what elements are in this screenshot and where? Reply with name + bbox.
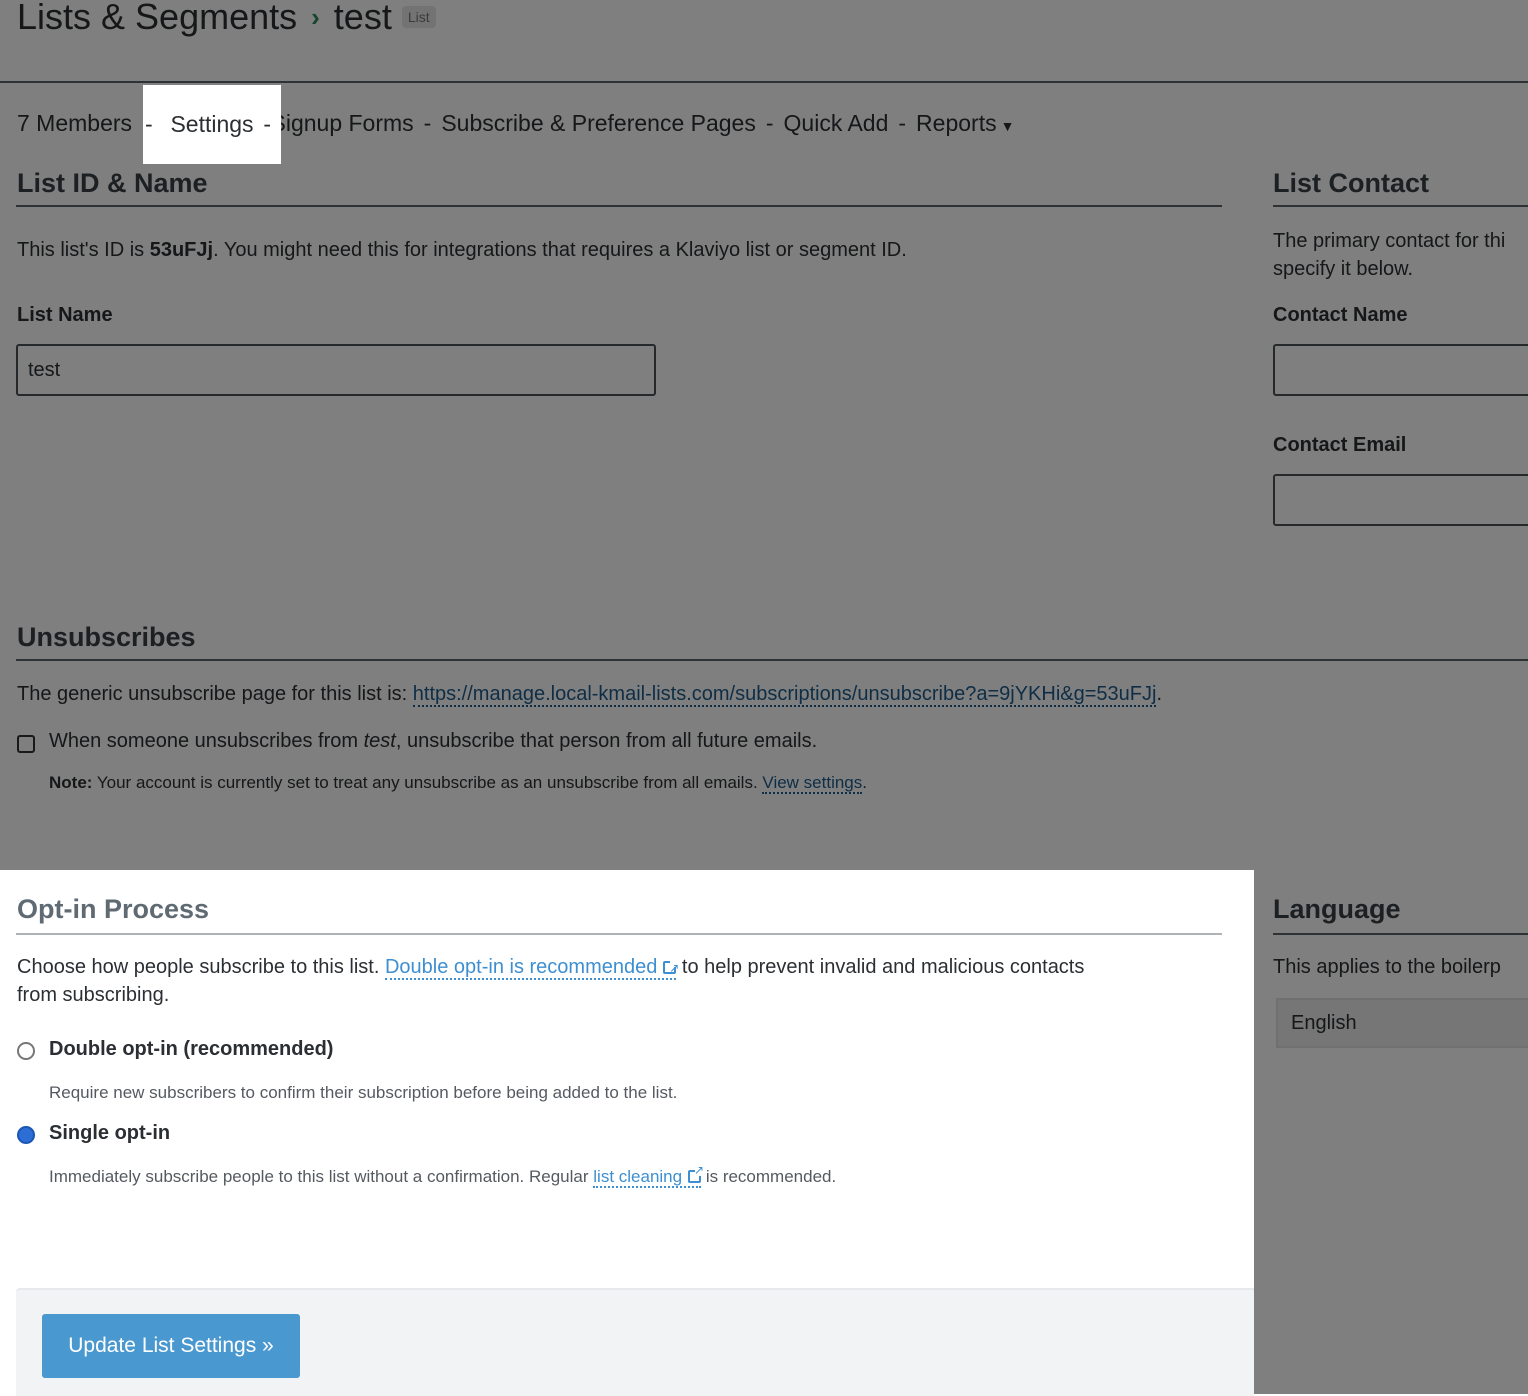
tab-settings-highlight[interactable]: - Settings - <box>143 85 281 164</box>
optin-section-title: Opt-in Process <box>17 894 210 924</box>
single-optin-radio[interactable] <box>17 1126 35 1144</box>
optin-process-section: Opt-in Process Choose how people subscri… <box>0 870 1254 1396</box>
double-optin-radio[interactable] <box>17 1042 35 1060</box>
list-cleaning-link[interactable]: list cleaning <box>593 1163 704 1188</box>
double-optin-recommended-link[interactable]: Double opt-in is recommended <box>384 954 679 982</box>
update-list-settings-button[interactable]: Update List Settings » <box>42 1314 300 1378</box>
external-link-icon <box>663 954 679 982</box>
single-optin-help: Immediately subscribe people to this lis… <box>49 1163 836 1188</box>
overlay-dim <box>281 85 1528 164</box>
overlay-dim <box>1254 870 1528 1394</box>
external-link-icon <box>688 1163 704 1183</box>
overlay-dim <box>0 85 143 164</box>
list-settings-page: Lists & Segments › test List 7 Members -… <box>0 0 1528 1396</box>
double-optin-label[interactable]: Double opt-in (recommended) <box>49 1038 333 1061</box>
optin-description: Choose how people subscribe to this list… <box>17 953 1084 1009</box>
section-divider <box>16 933 1222 935</box>
form-footer: Update List Settings » <box>16 1288 1254 1396</box>
overlay-dim <box>0 0 1528 85</box>
single-optin-label[interactable]: Single opt-in <box>49 1122 170 1145</box>
overlay-dim <box>0 164 1528 870</box>
tab-settings-label: Settings <box>170 111 254 137</box>
double-optin-help: Require new subscribers to confirm their… <box>49 1083 678 1102</box>
